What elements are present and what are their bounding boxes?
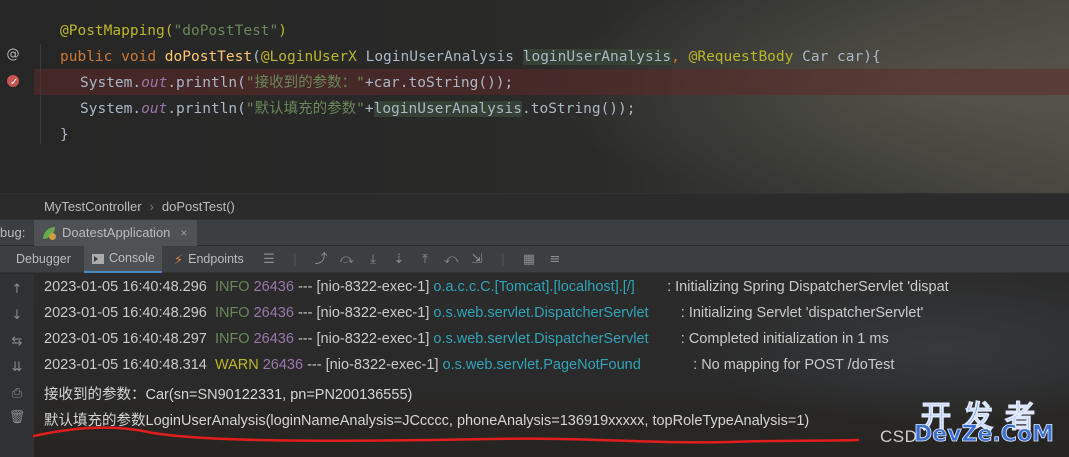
breadcrumb-method[interactable]: doPostTest()	[162, 199, 235, 214]
arrow-down-icon[interactable]: ↓	[8, 308, 26, 323]
print-icon[interactable]: ⎙	[8, 386, 26, 401]
spring-boot-debug-icon	[42, 226, 56, 240]
code-line-2: public void doPostTest(@LoginUserX Login…	[60, 49, 881, 65]
red-underline-annotation	[32, 426, 860, 444]
code-line-1: @PostMapping("doPostTest")	[60, 23, 287, 39]
force-step-into-icon[interactable]: ⇣	[388, 246, 410, 273]
console-side-toolbar: ↑ ↓ ⇆ ⇊ ⎙ 🗑	[0, 274, 34, 457]
breadcrumb: MyTestController › doPostTest()	[0, 193, 1069, 219]
indent-guide	[40, 44, 41, 144]
close-icon[interactable]: ×	[180, 220, 187, 246]
code-line-4: System.out.println("默认填充的参数"+loginUserAn…	[80, 101, 636, 117]
scroll-to-end-icon[interactable]: ⇊	[8, 360, 26, 375]
toolbar-divider: |	[500, 252, 506, 267]
menu-icon[interactable]: ☰	[258, 246, 280, 273]
trace-icon[interactable]: ≡	[544, 246, 566, 273]
drop-frame-icon[interactable]: ⤺	[440, 246, 462, 273]
code-line-5: }	[60, 127, 69, 143]
step-into-icon[interactable]: ⤓	[362, 246, 384, 273]
arrow-up-icon[interactable]: ↑	[8, 282, 26, 297]
log-line: 2023-01-05 16:40:48.297 INFO 26436 --- […	[44, 331, 889, 347]
tab-endpoints[interactable]: ⚡ Endpoints	[174, 246, 244, 273]
endpoints-icon: ⚡	[174, 252, 184, 267]
soft-wrap-icon[interactable]: ⇆	[8, 334, 26, 349]
code-line-3: System.out.println("接收到的参数："+car.toStrin…	[80, 75, 514, 91]
evaluate-expression-icon[interactable]: ▦	[518, 246, 540, 273]
breadcrumb-class[interactable]: MyTestController	[44, 199, 142, 214]
tab-debugger[interactable]: Debugger	[16, 246, 71, 273]
tab-console[interactable]: Console	[84, 246, 162, 273]
show-execution-point-icon[interactable]: ⤴	[310, 246, 332, 273]
toolbar-divider: |	[292, 252, 298, 267]
stdout-line: 接收到的参数：Car(sn=SN90122331, pn=PN200136555…	[44, 387, 413, 403]
debug-session-label: DoatestApplication	[62, 225, 171, 240]
log-line: 2023-01-05 16:40:48.296 INFO 26436 --- […	[44, 279, 949, 295]
site-watermark-logo: 开发者 DevZe.CoM	[914, 400, 1055, 448]
breakpoint-icon[interactable]: ✓	[4, 72, 22, 90]
debug-actions: ☰ | ⤴ ⤼ ⤓ ⇣ ⤒ ⤺ ⇲ | ▦ ≡	[258, 246, 566, 273]
run-to-cursor-icon[interactable]: ⇲	[466, 246, 488, 273]
debug-tool-window-header: bug: DoatestApplication ×	[0, 219, 1069, 246]
code-editor[interactable]: @ ✓ @PostMapping("doPostTest") public vo…	[0, 0, 1069, 193]
step-out-icon[interactable]: ⤒	[414, 246, 436, 273]
debug-label: bug:	[0, 225, 26, 240]
editor-gutter[interactable]: @ ✓	[0, 0, 34, 193]
log-line: 2023-01-05 16:40:48.296 INFO 26436 --- […	[44, 305, 924, 321]
log-line: 2023-01-05 16:40:48.314 WARN 26436 --- […	[44, 357, 895, 373]
debug-toolbar: Debugger Console ⚡ Endpoints ☰ | ⤴ ⤼ ⤓ ⇣…	[0, 246, 1069, 273]
console-icon	[92, 253, 104, 264]
breadcrumb-separator: ›	[149, 199, 154, 214]
step-over-icon[interactable]: ⤼	[336, 246, 358, 273]
debug-session-tab[interactable]: DoatestApplication ×	[34, 220, 198, 246]
clear-all-icon[interactable]: 🗑	[8, 410, 26, 425]
mapping-at-icon[interactable]: @	[4, 46, 22, 64]
code-lines: @PostMapping("doPostTest") public void d…	[60, 18, 881, 148]
